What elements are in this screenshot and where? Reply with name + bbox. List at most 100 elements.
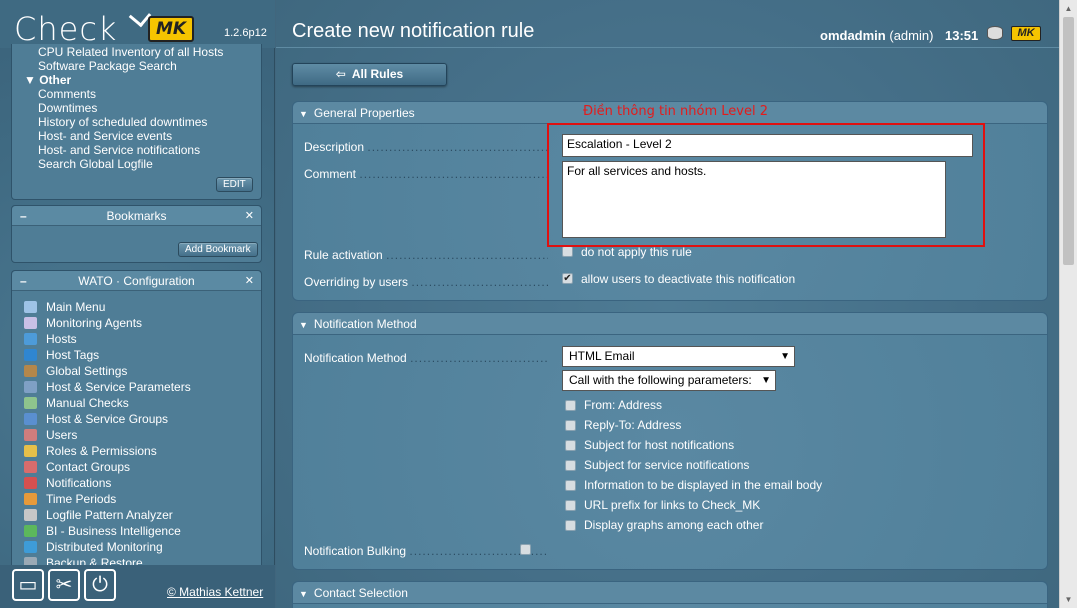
rules-icon bbox=[24, 381, 37, 393]
method-option-checkbox[interactable] bbox=[565, 420, 576, 431]
wato-menu-item[interactable]: BI - Business Intelligence bbox=[22, 523, 261, 539]
user-name: omdadmin bbox=[820, 28, 886, 43]
params-select[interactable]: Call with the following parameters: ▼ bbox=[562, 370, 776, 391]
sidebar-view-link[interactable]: Comments bbox=[38, 87, 261, 101]
method-option-checkbox[interactable] bbox=[565, 500, 576, 511]
logo-badge: MK bbox=[148, 16, 194, 42]
wato-menu-item[interactable]: Hosts bbox=[22, 331, 261, 347]
method-option-checkbox[interactable] bbox=[565, 440, 576, 451]
method-option-label: Reply-To: Address bbox=[584, 418, 682, 432]
mk-logo-icon: MK bbox=[1011, 26, 1041, 41]
method-option-checkbox[interactable] bbox=[565, 480, 576, 491]
wato-menu-item[interactable]: Manual Checks bbox=[22, 395, 261, 411]
sidebar-view-link[interactable]: Downtimes bbox=[38, 101, 261, 115]
wato-title: WATO · Configuration bbox=[78, 274, 195, 288]
wato-menu-item[interactable]: Host & Service Groups bbox=[22, 411, 261, 427]
minimize-icon[interactable]: – bbox=[20, 271, 27, 291]
method-option-label: Subject for host notifications bbox=[584, 438, 735, 452]
close-icon[interactable]: ✕ bbox=[245, 271, 254, 291]
add-bookmark-button[interactable]: Add Bookmark bbox=[178, 242, 258, 257]
contact-groups-icon bbox=[24, 461, 37, 473]
description-label: Description ............................… bbox=[304, 140, 548, 154]
copyright-link[interactable]: © Mathias Kettner bbox=[167, 585, 263, 599]
method-option-label: URL prefix for links to Check_MK bbox=[584, 498, 761, 512]
wato-header[interactable]: – WATO · Configuration ✕ bbox=[12, 271, 261, 291]
wato-menu-item[interactable]: Users bbox=[22, 427, 261, 443]
clock: 13:51 bbox=[945, 28, 979, 43]
overriding-checkbox[interactable]: ✔ bbox=[562, 273, 573, 284]
contact-selection-header[interactable]: ▼ Contact Selection bbox=[293, 582, 1047, 604]
close-icon[interactable]: ✕ bbox=[245, 206, 254, 226]
groups-icon bbox=[24, 413, 37, 425]
wato-menu: Main Menu Monitoring Agents Hosts Host Tags… bbox=[12, 291, 261, 570]
view-link-label: Other bbox=[39, 73, 72, 87]
wato-menu-item[interactable]: Distributed Monitoring bbox=[22, 539, 261, 555]
rule-activation-checkbox[interactable] bbox=[562, 246, 573, 257]
general-properties-title: General Properties bbox=[313, 106, 415, 120]
views-snapin: CPU Related Inventory of all Hosts Softwa… bbox=[11, 44, 262, 200]
section-toggle-icon[interactable]: ▼ bbox=[24, 73, 39, 87]
method-option-label: Display graphs among each other bbox=[584, 518, 764, 532]
wato-menu-item[interactable]: Contact Groups bbox=[22, 459, 261, 475]
view-link-label: Host- and Service notifications bbox=[38, 143, 201, 157]
minimize-icon[interactable]: – bbox=[20, 206, 27, 226]
wato-menu-item[interactable]: Notifications bbox=[22, 475, 261, 491]
sidebar-footer: ▭ ✂ ⏻ © Mathias Kettner bbox=[0, 565, 275, 608]
dropdown-caret-icon: ▼ bbox=[780, 351, 790, 362]
add-snapin-button[interactable]: ▭ bbox=[12, 569, 44, 601]
bi-icon bbox=[24, 525, 37, 537]
collapse-triangle-icon: ▼ bbox=[299, 109, 308, 119]
wato-menu-item[interactable]: Logfile Pattern Analyzer bbox=[22, 507, 261, 523]
logout-button[interactable]: ⏻ bbox=[84, 569, 116, 601]
method-option-checkbox[interactable] bbox=[565, 520, 576, 531]
wato-menu-label: Host Tags bbox=[46, 348, 100, 362]
wato-menu-item[interactable]: Host & Service Parameters bbox=[22, 379, 261, 395]
wato-menu-item[interactable]: Monitoring Agents bbox=[22, 315, 261, 331]
bulking-checkbox[interactable] bbox=[520, 544, 531, 555]
sidebar-view-link[interactable]: Host- and Service notifications bbox=[38, 143, 261, 157]
folder-icon bbox=[24, 333, 37, 345]
page-scrollbar[interactable]: ▲ ▼ bbox=[1059, 0, 1077, 608]
notification-method-header[interactable]: ▼ Notification Method bbox=[293, 313, 1047, 335]
method-option-label: From: Address bbox=[584, 398, 663, 412]
wato-menu-item[interactable]: Host Tags bbox=[22, 347, 261, 363]
method-select[interactable]: HTML Email ▼ bbox=[562, 346, 795, 367]
sidebar-view-link[interactable]: Software Package Search bbox=[38, 59, 261, 73]
sidebar-view-link[interactable]: Search Global Logfile bbox=[38, 157, 261, 171]
distributed-icon bbox=[24, 541, 37, 553]
check-icon bbox=[24, 397, 37, 409]
logout-icon: ⏻ bbox=[92, 574, 108, 596]
wato-menu-item[interactable]: Roles & Permissions bbox=[22, 443, 261, 459]
sidebar-view-link[interactable]: Host- and Service events bbox=[38, 129, 261, 143]
scroll-up-icon[interactable]: ▲ bbox=[1060, 0, 1077, 17]
checkmk-logo[interactable]: Check MK 1.2.6p12 bbox=[0, 0, 275, 48]
edit-button[interactable]: EDIT bbox=[216, 177, 253, 192]
wato-menu-item[interactable]: Main Menu bbox=[22, 299, 261, 315]
sidebar-view-link[interactable]: CPU Related Inventory of all Hosts bbox=[38, 45, 261, 59]
wato-menu-label: Host & Service Parameters bbox=[46, 380, 191, 394]
all-rules-button[interactable]: ⇦ All Rules bbox=[292, 63, 447, 86]
annotation-box bbox=[547, 123, 985, 247]
wato-menu-item[interactable]: Time Periods bbox=[22, 491, 261, 507]
version-label: 1.2.6p12 bbox=[224, 27, 267, 39]
users-icon bbox=[24, 429, 37, 441]
wato-menu-label: Users bbox=[46, 428, 78, 442]
notifications-icon bbox=[24, 477, 37, 489]
notification-method-panel: ▼ Notification Method Notification Method… bbox=[292, 312, 1048, 570]
wato-menu-item[interactable]: Global Settings bbox=[22, 363, 261, 379]
sidebar-section-header[interactable]: ▼ Other bbox=[24, 73, 261, 87]
user-info[interactable]: omdadmin (admin) bbox=[820, 28, 933, 43]
wato-menu-label: Global Settings bbox=[46, 364, 128, 378]
view-link-label: Comments bbox=[38, 87, 97, 101]
method-option-checkbox[interactable] bbox=[565, 460, 576, 471]
agent-icon bbox=[24, 317, 37, 329]
bookmarks-header[interactable]: – Bookmarks ✕ bbox=[12, 206, 261, 226]
sidebar-view-link[interactable]: History of scheduled downtimes bbox=[38, 115, 261, 129]
view-link-label: Downtimes bbox=[38, 101, 98, 115]
tools-button[interactable]: ✂ bbox=[48, 569, 80, 601]
bulking-label: Notification Bulking ...................… bbox=[304, 544, 548, 558]
scrollbar-thumb[interactable] bbox=[1063, 17, 1074, 265]
collapse-triangle-icon: ▼ bbox=[299, 589, 308, 599]
method-option-checkbox[interactable] bbox=[565, 400, 576, 411]
scroll-down-icon[interactable]: ▼ bbox=[1060, 591, 1077, 608]
